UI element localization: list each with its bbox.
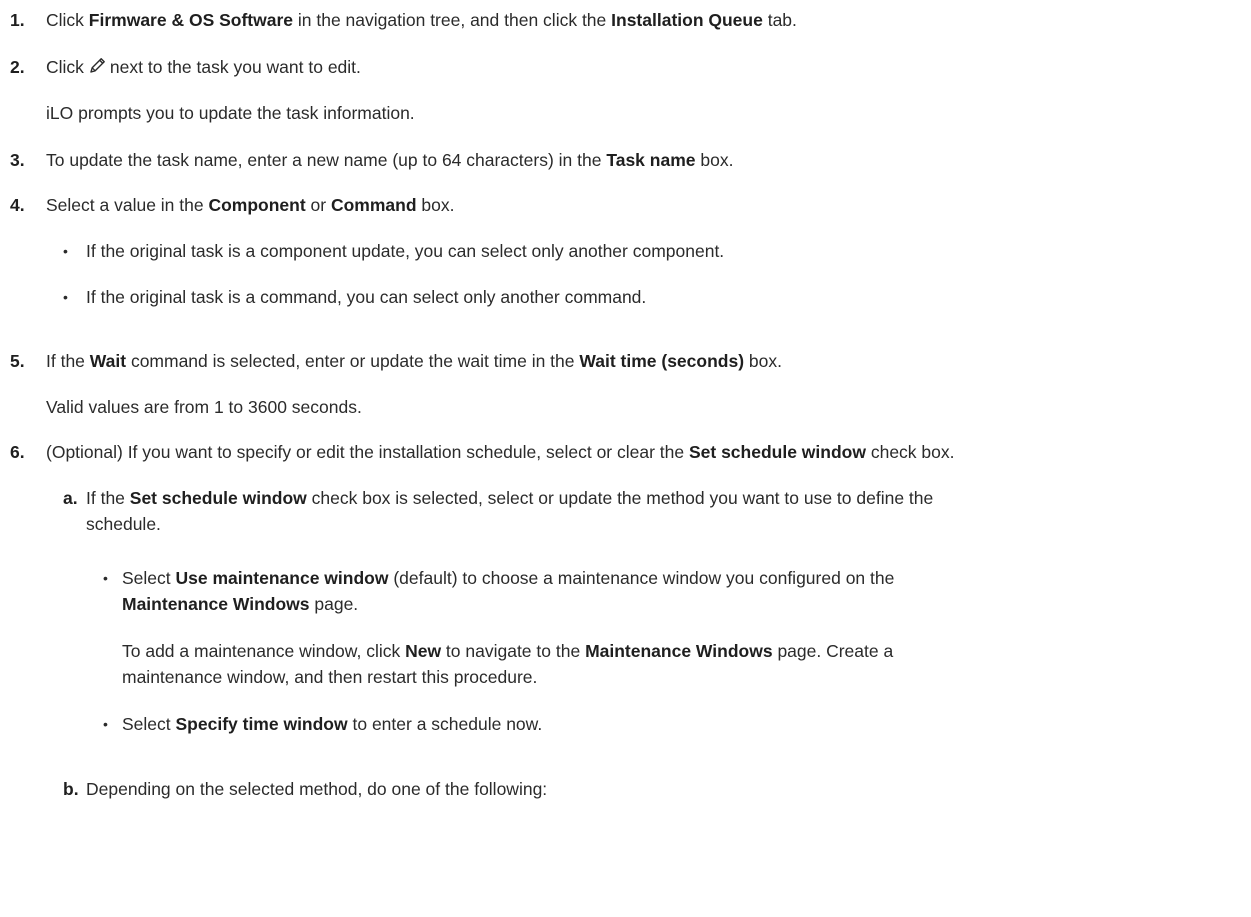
text-run: To add a maintenance window, click [122,641,406,661]
bullet-note: To add a maintenance window, click New t… [122,639,893,663]
text-run: To update the task name, enter a new nam… [46,150,607,170]
step-number: 4. [10,195,25,215]
ui-term: Maintenance Windows [122,594,310,614]
text-run: Select [122,568,176,588]
ui-term: Maintenance Windows [585,641,773,661]
text-run: check box. [865,442,955,462]
pencil-icon [88,57,108,75]
text-run: If the [46,351,90,371]
ui-term: Task name [606,150,696,170]
text-run: Select [122,714,176,734]
text-run: tab. [762,10,797,30]
ui-term: Command [330,195,417,215]
substep-letter: b. [63,779,79,799]
step-text: Select a value in the Component or Comma… [46,193,455,217]
step-text: Click Firmware & OS Software in the navi… [46,8,797,32]
ui-term: New [405,641,442,661]
text-run: next to the task you want to edit. [109,57,361,77]
bullet-text: Maintenance Windows page. [122,592,358,616]
step-text: To update the task name, enter a new nam… [46,148,733,172]
bullet-marker: • [103,716,108,732]
step-text: Click next to the task you want to edit. [46,55,361,79]
step-number: 6. [10,442,25,462]
text-run: command is selected, enter or update the… [126,351,580,371]
text-run: box. [416,195,455,215]
step-number: 1. [10,10,25,30]
bullet-text: Select Specify time window to enter a sc… [122,712,542,736]
ui-term: Wait time (seconds) [579,351,745,371]
step-note: Valid values are from 1 to 3600 seconds. [46,397,362,417]
text-run: Select a value in the [46,195,209,215]
text-run: (default) to choose a maintenance window… [388,568,895,588]
step-number: 3. [10,150,25,170]
bullet-marker: • [103,570,108,586]
step-text: (Optional) If you want to specify or edi… [46,440,955,464]
bullet-note: maintenance window, and then restart thi… [122,667,538,687]
text-run: page. [309,594,359,614]
step-text: If the Wait command is selected, enter o… [46,349,782,373]
text-run: or [305,195,331,215]
bullet-text: Select Use maintenance window (default) … [122,566,894,590]
substep-text: schedule. [86,514,161,534]
substep-text: Depending on the selected method, do one… [86,779,548,799]
ui-term: Specify time window [175,714,348,734]
ui-term: Set schedule window [129,488,307,508]
step-number: 5. [10,351,25,371]
ui-term: Set schedule window [688,442,866,462]
text-run: box. [744,351,782,371]
bullet-text: If the original task is a command, you c… [86,287,647,307]
bullet-text: If the original task is a component upda… [86,241,725,261]
bullet-marker: • [63,243,68,259]
text-run: check box is selected, select or update … [306,488,934,508]
step-note: iLO prompts you to update the task infor… [46,103,415,123]
ui-term: Component [208,195,306,215]
ui-term: Use maintenance window [175,568,389,588]
ui-term: Wait [89,351,127,371]
text-run: If the [86,488,130,508]
text-run: Click [46,57,84,77]
substep-letter: a. [63,488,78,508]
text-run: in the navigation tree, and then click t… [293,10,612,30]
step-number: 2. [10,57,25,77]
text-run: box. [695,150,734,170]
text-run: Click [46,10,89,30]
text-run: page. Create a [772,641,894,661]
ui-term: Installation Queue [611,10,763,30]
text-run: to enter a schedule now. [347,714,543,734]
bullet-marker: • [63,289,68,305]
text-run: (Optional) If you want to specify or edi… [46,442,689,462]
substep-text: If the Set schedule window check box is … [86,486,933,510]
text-run: to navigate to the [441,641,586,661]
ui-term: Firmware & OS Software [88,10,294,30]
